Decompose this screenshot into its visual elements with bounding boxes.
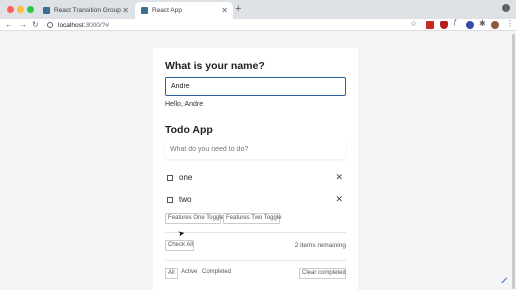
filter-completed-button[interactable]: Completed — [200, 268, 233, 279]
name-input[interactable] — [165, 77, 346, 96]
browser-menu-icon[interactable]: ⋮ — [506, 19, 514, 28]
close-window-button[interactable] — [7, 6, 14, 13]
url-host: localhost — [58, 21, 84, 29]
tab-search-icon[interactable] — [502, 4, 510, 12]
tab-react-app[interactable]: React App ✕ — [135, 2, 233, 19]
todo-heading: Todo App — [165, 124, 213, 136]
site-info-icon[interactable] — [47, 22, 53, 28]
maximize-window-button[interactable] — [27, 6, 34, 13]
divider — [165, 232, 346, 233]
tab-close-icon[interactable]: ✕ — [221, 6, 228, 15]
tab-react-transition-group[interactable]: React Transition Group ✕ — [37, 2, 134, 19]
greeting-text: Hello, Andre — [165, 101, 204, 108]
new-todo-input[interactable] — [165, 140, 346, 159]
color-picker-icon[interactable] — [501, 277, 512, 288]
address-bar[interactable]: localhost:3000/?# — [47, 20, 109, 30]
page-viewport: What is your name? Hello, Andre Todo App… — [0, 31, 516, 290]
extension-red-icon[interactable] — [426, 21, 434, 29]
profile-avatar[interactable] — [491, 21, 499, 29]
extension-shield-icon[interactable] — [440, 21, 448, 29]
tab-title: React App — [152, 7, 182, 14]
delete-todo-icon[interactable]: ✕ — [335, 171, 343, 183]
extension-function-icon[interactable]: ƒ — [453, 19, 461, 27]
clear-completed-button[interactable]: Clear completed — [299, 268, 346, 279]
features-one-toggle-button[interactable]: Features One Toggle — [165, 213, 224, 224]
todo-label: two — [179, 195, 192, 204]
todo-label: one — [179, 173, 193, 182]
check-all-button[interactable]: Check All — [165, 240, 194, 251]
name-heading: What is your name? — [165, 60, 265, 72]
bookmark-star-icon[interactable]: ☆ — [410, 19, 418, 28]
mouse-pointer-icon: ➤ — [177, 228, 186, 239]
minimize-window-button[interactable] — [17, 6, 24, 13]
features-two-toggle-button[interactable]: Features Two Toggle — [223, 213, 281, 224]
vertical-scrollbar[interactable] — [512, 34, 515, 289]
new-tab-button[interactable]: + — [235, 3, 241, 15]
tab-strip: React Transition Group ✕ React App ✕ + — [0, 0, 516, 19]
browser-toolbar: ← → ↻ localhost:3000/?# ☆ ƒ ✱ ⋮ — [0, 19, 516, 31]
delete-todo-icon[interactable]: ✕ — [335, 193, 343, 205]
filter-active-button[interactable]: Active — [179, 268, 199, 279]
filter-all-button[interactable]: All — [165, 268, 178, 279]
react-favicon-icon — [43, 7, 50, 14]
todo-checkbox[interactable] — [167, 175, 173, 181]
forward-button[interactable]: → — [19, 20, 27, 30]
extensions-puzzle-icon[interactable]: ✱ — [479, 19, 487, 28]
url-path: :3000/?# — [83, 21, 109, 29]
app-card: What is your name? Hello, Andre Todo App… — [153, 48, 358, 290]
divider — [165, 260, 346, 261]
react-favicon-icon — [141, 7, 148, 14]
todo-item: two ✕ — [165, 193, 346, 207]
extension-blue-icon[interactable] — [466, 21, 474, 29]
todo-checkbox[interactable] — [167, 197, 173, 203]
back-button[interactable]: ← — [5, 20, 13, 30]
tab-close-icon[interactable]: ✕ — [122, 6, 129, 15]
reload-button[interactable]: ↻ — [32, 20, 39, 30]
todo-item: one ✕ — [165, 171, 346, 185]
tab-title: React Transition Group — [54, 7, 121, 14]
items-remaining-text: 2 items remaining — [294, 242, 346, 249]
